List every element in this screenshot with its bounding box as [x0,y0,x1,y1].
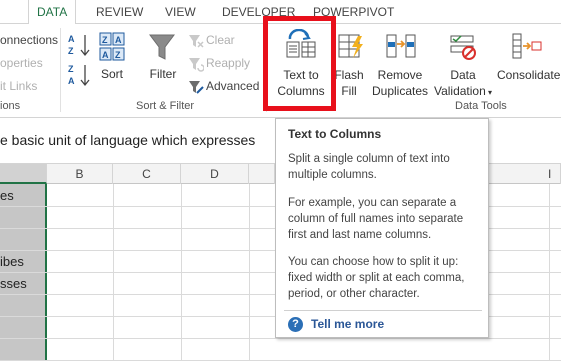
tab-view[interactable]: VIEW [165,0,196,24]
filter-button-label[interactable]: Filter [146,66,180,82]
formula-bar-text: e basic unit of language which expresses [0,132,256,148]
data-validation-button[interactable]: Data Validation ▾ [430,67,496,101]
tooltip-description: Split a single column of text into multi… [288,153,450,181]
svg-text:A: A [102,50,109,60]
tooltip-title: Text to Columns [288,127,382,141]
group-separator [60,28,61,112]
reapply-button[interactable]: Reapply [206,56,250,70]
data-validation-label-line2: Validation [433,84,486,98]
svg-text:Z: Z [102,35,108,45]
remove-duplicates-button[interactable]: Remove Duplicates [370,67,430,99]
svg-text:Z: Z [68,64,74,74]
clear-filter-icon[interactable] [188,33,204,49]
chevron-down-icon: ▾ [485,88,493,97]
data-tools-group-label: Data Tools [455,100,507,112]
column-header-b[interactable]: B [47,164,113,184]
advanced-filter-icon[interactable] [188,79,204,95]
svg-text:A: A [68,34,75,44]
reapply-icon[interactable] [188,56,205,72]
column-divider [181,184,182,361]
tab-data[interactable]: DATA [28,0,77,25]
column-divider [549,184,550,361]
cell-a1[interactable]: es [0,188,14,203]
data-validation-label-line1: Data [450,68,476,82]
edit-links-button[interactable]: it Links [0,79,37,93]
tell-me-more-link[interactable]: ? Tell me more [288,315,384,333]
svg-text:A: A [68,76,75,86]
text-to-columns-tooltip: Text to Columns Split a single column of… [275,118,489,338]
connections-group-label: ions [0,100,21,112]
column-header-a[interactable] [0,164,47,184]
column-header-i[interactable]: I [489,164,561,184]
remove-duplicates-label-line1: Remove [377,68,423,82]
consolidate-button[interactable]: Consolidate [497,67,561,83]
column-header-c[interactable]: C [113,164,181,184]
filter-funnel-icon[interactable] [148,32,176,62]
flash-fill-label-line1: Flash [334,68,364,82]
cell-a4[interactable]: ibes [0,254,24,269]
sort-button-label[interactable]: Sort [96,66,128,82]
column-divider [113,184,114,361]
properties-button[interactable]: operties [0,56,43,70]
highlight-box [263,16,336,111]
flash-fill-button[interactable]: Flash Fill [334,67,364,99]
column-divider [249,184,250,361]
advanced-button[interactable]: Advanced [206,79,259,93]
svg-text:Z: Z [68,46,74,56]
cell-a5[interactable]: sses [0,276,27,291]
consolidate-icon[interactable] [512,32,542,60]
flash-fill-label-line2: Fill [341,84,357,98]
svg-text:Z: Z [115,50,121,60]
sort-filter-group-label: Sort & Filter [136,100,195,112]
data-validation-icon[interactable] [450,32,478,60]
column-header-d[interactable]: D [181,164,249,184]
sort-a-to-z-icon[interactable]: A Z [68,32,92,58]
row-divider [0,338,561,339]
svg-text:A: A [115,35,122,45]
remove-duplicates-label-line2: Duplicates [371,84,429,98]
tell-me-more-label: Tell me more [311,317,385,331]
sort-z-to-a-icon[interactable]: Z A [68,62,92,88]
help-icon: ? [288,316,303,332]
clear-button[interactable]: Clear [206,33,235,47]
remove-duplicates-icon[interactable] [386,33,416,59]
tooltip-options: You can choose how to split it up: fixed… [288,256,465,300]
tooltip-example: For example, you can separate a column o… [288,197,464,241]
tooltip-divider [284,310,482,311]
connections-button[interactable]: onnections [0,33,58,47]
flash-fill-icon[interactable] [338,32,366,60]
sort-icon[interactable]: Z A A Z [97,32,127,64]
tab-review[interactable]: REVIEW [96,0,143,24]
column-header-e[interactable] [249,164,275,184]
